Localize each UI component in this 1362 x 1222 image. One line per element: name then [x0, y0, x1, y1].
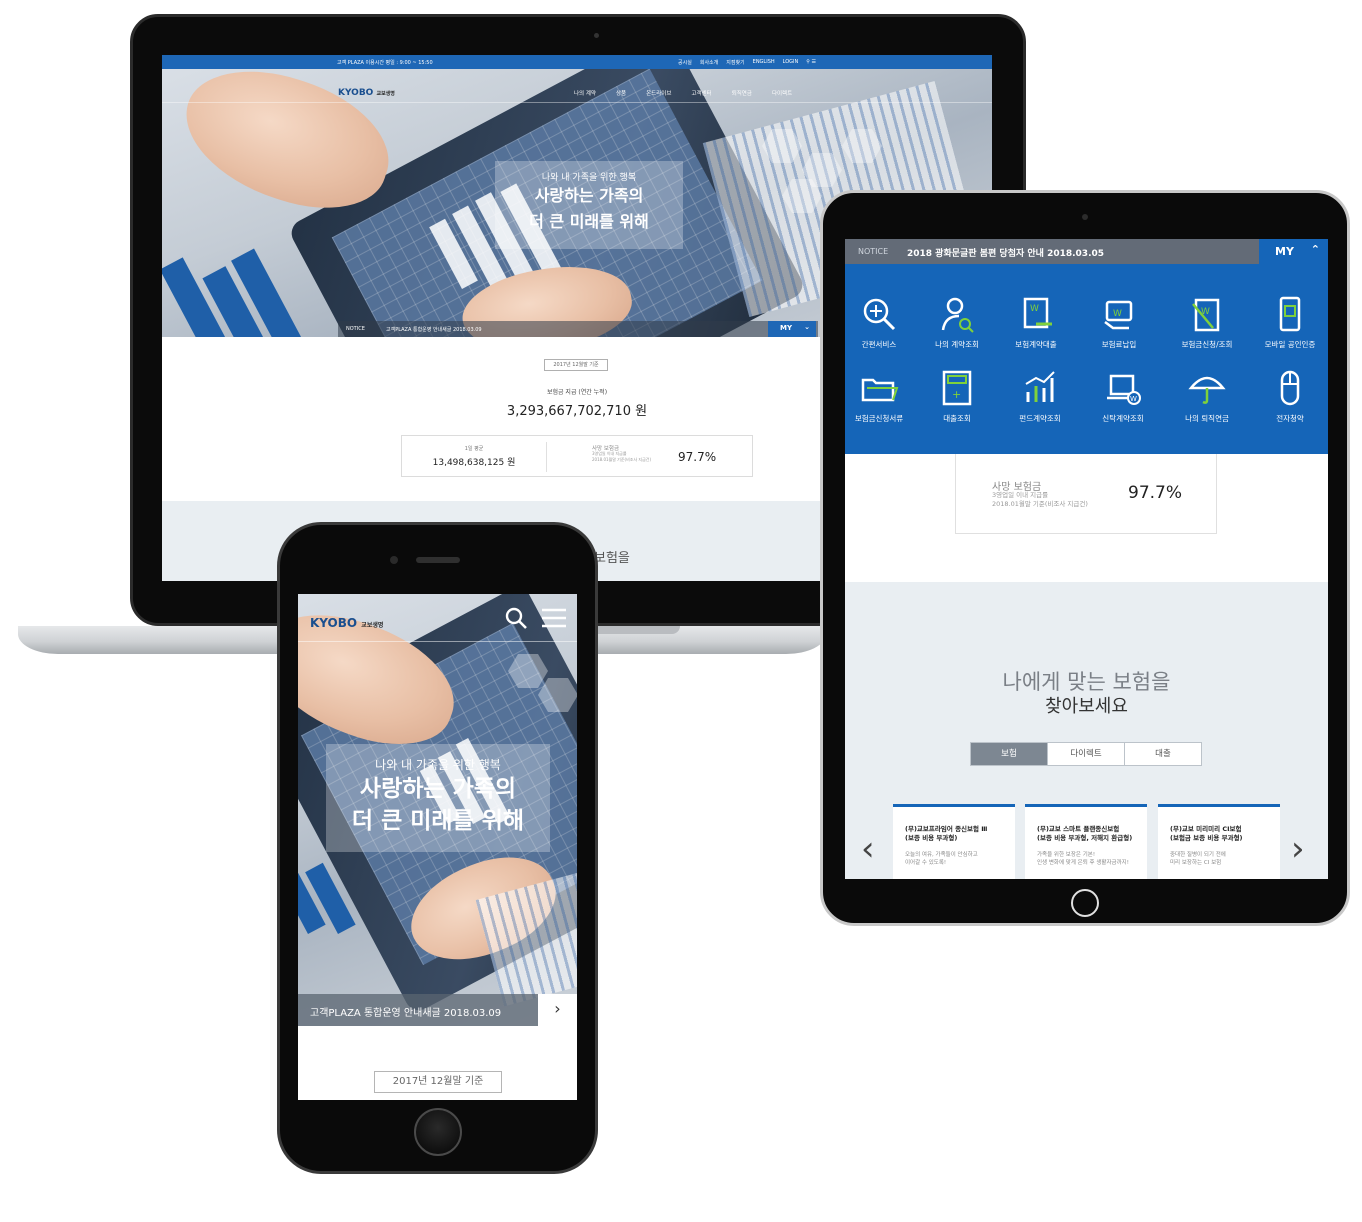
clipboard-icon: W [1192, 298, 1220, 332]
daily-average-label: 1일 평균 [464, 446, 484, 452]
tablet-home-button [1071, 889, 1099, 917]
notice-text[interactable]: 고객PLAZA 통합운영 안내새글 2018.03.09 [386, 326, 482, 333]
daily-average-value: 13,498,638,125 원 [432, 458, 516, 468]
claim-rate-box: 사망 보험금 3영업일 이내 지급률 2018.01월말 기준(비조사 지급건) … [955, 454, 1217, 534]
stat-box: 1일 평균 13,498,638,125 원 사망 보험금 3영업일 이내 지급… [401, 435, 753, 477]
utility-link-login[interactable]: LOGIN [783, 59, 799, 66]
tab-insurance[interactable]: 보험 [971, 743, 1048, 765]
hand-card-icon: W [1104, 300, 1133, 330]
umbrella-icon [1188, 376, 1226, 404]
service-trust-inquiry[interactable]: W 신탁계약조회 [1083, 368, 1163, 424]
search-icon[interactable] [504, 606, 528, 630]
death-benefit-note: 3영업일 이내 지급률 2018.01월말 기준(비조사 지급건) [592, 451, 652, 462]
kyobo-logo[interactable]: KYOBO 교보생명 [310, 616, 383, 630]
mouse-icon [1280, 370, 1300, 406]
utility-bar: 고객 PLAZA 이용시간 평일 : 9:00 ~ 15:50 공시실 회사소개… [162, 55, 992, 69]
utility-link-disclosure[interactable]: 공시실 [678, 59, 692, 66]
phone-camera [390, 556, 398, 564]
chevron-right-icon[interactable]: › [538, 994, 577, 1026]
tab-loan[interactable]: 대출 [1125, 743, 1201, 765]
basis-badge: 2017년 12월말 기준 [374, 1071, 502, 1093]
product-card[interactable]: (무)교보 스마트 플랜종신보험 (보증 비용 부과형, 저해지 환급형) 가족을… [1025, 804, 1147, 879]
magnifier-plus-icon [863, 298, 896, 331]
tablet-camera [1082, 214, 1088, 220]
device-mockup-stage: 고객 PLAZA 이용시간 평일 : 9:00 ~ 15:50 공시실 회사소개… [0, 0, 1362, 1222]
chevron-up-icon: ⌃ [1310, 243, 1320, 256]
carousel-prev-icon[interactable]: ‹ [861, 832, 875, 866]
service-claim[interactable]: W 보험금신청/조회 [1167, 294, 1247, 350]
service-my-pension[interactable]: 나의 퇴직연금 [1167, 368, 1247, 424]
utility-links: 공시실 회사소개 지점찾기 ENGLISH LOGIN ⚲ ☰ [678, 59, 816, 66]
notice-bar[interactable]: NOTICE 2018 광화문글판 봄편 당첨자 안내 2018.03.05 [845, 239, 1328, 264]
hero-banner: KYOBO 교보생명 나와 내 가족을 위한 행복 사랑하는 가족의 더 큰 미… [298, 594, 577, 1026]
mobile-icon [1279, 296, 1301, 332]
hero-caption: 나와 내 가족을 위한 행복 사랑하는 가족의 더 큰 미래를 위해 [495, 161, 683, 249]
main-menu: 나의 계약 상품 온드라이브 고객센터 퇴직연금 다이렉트 [574, 89, 792, 97]
notice-bar[interactable]: 고객PLAZA 통합운영 안내새글 2018.03.09 [298, 994, 538, 1026]
find-title-line2: 찾아보세요 [1045, 696, 1128, 717]
utility-link-about[interactable]: 회사소개 [700, 59, 718, 66]
mobile-header: KYOBO 교보생명 [298, 594, 577, 642]
service-loan-inquiry[interactable]: + 대출조회 [917, 368, 997, 424]
svg-text:W: W [1030, 304, 1039, 314]
service-claim-documents[interactable]: 보험금신청서류 [845, 368, 919, 424]
service-fund-inquiry[interactable]: 펀드계약조회 [1000, 368, 1080, 424]
laptop-won-icon: W [1107, 374, 1141, 405]
menu-retirement-pension[interactable]: 퇴직연금 [732, 89, 752, 97]
product-card[interactable]: (무)교보 미리미리 CI보험 (보험금 보증 비용 부과형) 중대한 질병이 되… [1158, 804, 1280, 879]
chart-icon [1025, 371, 1055, 402]
my-service-grid: 간편서비스 나의 계약조회 W 보험계약대출 W 보험료납입 W 보험금신청/조… [845, 264, 1328, 454]
payment-rate: 97.7% [678, 450, 717, 464]
service-easy[interactable]: 간편서비스 [845, 294, 919, 350]
find-title: 보험을 [594, 551, 630, 566]
svg-text:W: W [1130, 395, 1137, 403]
laptop-camera [594, 33, 599, 38]
product-tabs: 보험 다이렉트 대출 [970, 742, 1202, 766]
hero-caption: 나와 내 가족을 위한 행복 사랑하는 가족의 더 큰 미래를 위해 [326, 744, 550, 852]
tablet-screen: NOTICE 2018 광화문글판 봄편 당첨자 안내 2018.03.05 M… [845, 239, 1328, 879]
carousel-next-icon[interactable]: › [1291, 832, 1305, 866]
notice-label: NOTICE [346, 326, 365, 332]
person-search-icon [941, 297, 974, 333]
phone-screen: KYOBO 교보생명 나와 내 가족을 위한 행복 사랑하는 가족의 더 큰 미… [298, 594, 577, 1100]
plaza-hours: 고객 PLAZA 이용시간 평일 : 9:00 ~ 15:50 [337, 60, 433, 66]
chevron-down-icon: ⌄ [804, 323, 810, 331]
svg-text:+: + [952, 388, 961, 401]
notice-text[interactable]: 2018 광화문글판 봄편 당첨자 안내 2018.03.05 [907, 246, 1104, 259]
service-premium-payment[interactable]: W 보험료납입 [1079, 294, 1159, 350]
my-button[interactable]: MY ⌄ [768, 321, 816, 337]
menu-customer-center[interactable]: 고객센터 [691, 89, 711, 97]
menu-my-contract[interactable]: 나의 계약 [574, 89, 596, 97]
product-card[interactable]: (무)교보프라임어 종신보험 Ⅲ (보증 비용 부과형) 오늘의 여유, 가족들이… [893, 804, 1015, 879]
find-insurance-section: 나에게 맞는 보험을 찾아보세요 보험 다이렉트 대출 ‹ (무)교보프라임어 … [845, 582, 1328, 879]
service-mobile-cert[interactable]: 모바일 공인인증 [1250, 294, 1328, 350]
folder-icon [861, 378, 899, 402]
svg-text:W: W [1113, 309, 1122, 319]
search-icon[interactable]: ⚲ ☰ [806, 59, 816, 66]
payment-rate: 97.7% [1128, 483, 1183, 503]
utility-link-english[interactable]: ENGLISH [753, 59, 775, 66]
document-won-icon: W [1023, 297, 1052, 329]
basis-badge: 2017년 12월말 기준 [544, 359, 608, 371]
calculator-icon: + [942, 370, 972, 406]
utility-link-branches[interactable]: 지점찾기 [726, 59, 744, 66]
kyobo-logo[interactable]: KYOBO 교보생명 [338, 88, 395, 98]
notice-bar[interactable]: NOTICE 고객PLAZA 통합운영 안내새글 2018.03.09 [338, 321, 818, 337]
service-e-subscription[interactable]: 전자청약 [1250, 368, 1328, 424]
notice-label: NOTICE [858, 247, 889, 256]
death-benefit-note: 3영업일 이내 지급률 2018.01월말 기준(비조사 지급건) [992, 491, 1088, 508]
hamburger-menu-icon[interactable] [542, 608, 566, 628]
my-button[interactable]: MY ⌃ [1259, 239, 1328, 264]
phone-speaker [416, 557, 460, 563]
main-nav: KYOBO 교보생명 나의 계약 상품 온드라이브 고객센터 퇴직연금 다이렉트 [162, 79, 992, 103]
menu-direct[interactable]: 다이렉트 [772, 89, 792, 97]
menu-on-drive[interactable]: 온드라이브 [646, 89, 671, 97]
tab-direct[interactable]: 다이렉트 [1048, 743, 1125, 765]
phone-home-button [414, 1108, 462, 1156]
menu-products[interactable]: 상품 [616, 89, 626, 97]
divider [546, 442, 547, 472]
service-policy-loan[interactable]: W 보험계약대출 [996, 294, 1076, 350]
service-my-contract[interactable]: 나의 계약조회 [917, 294, 997, 350]
